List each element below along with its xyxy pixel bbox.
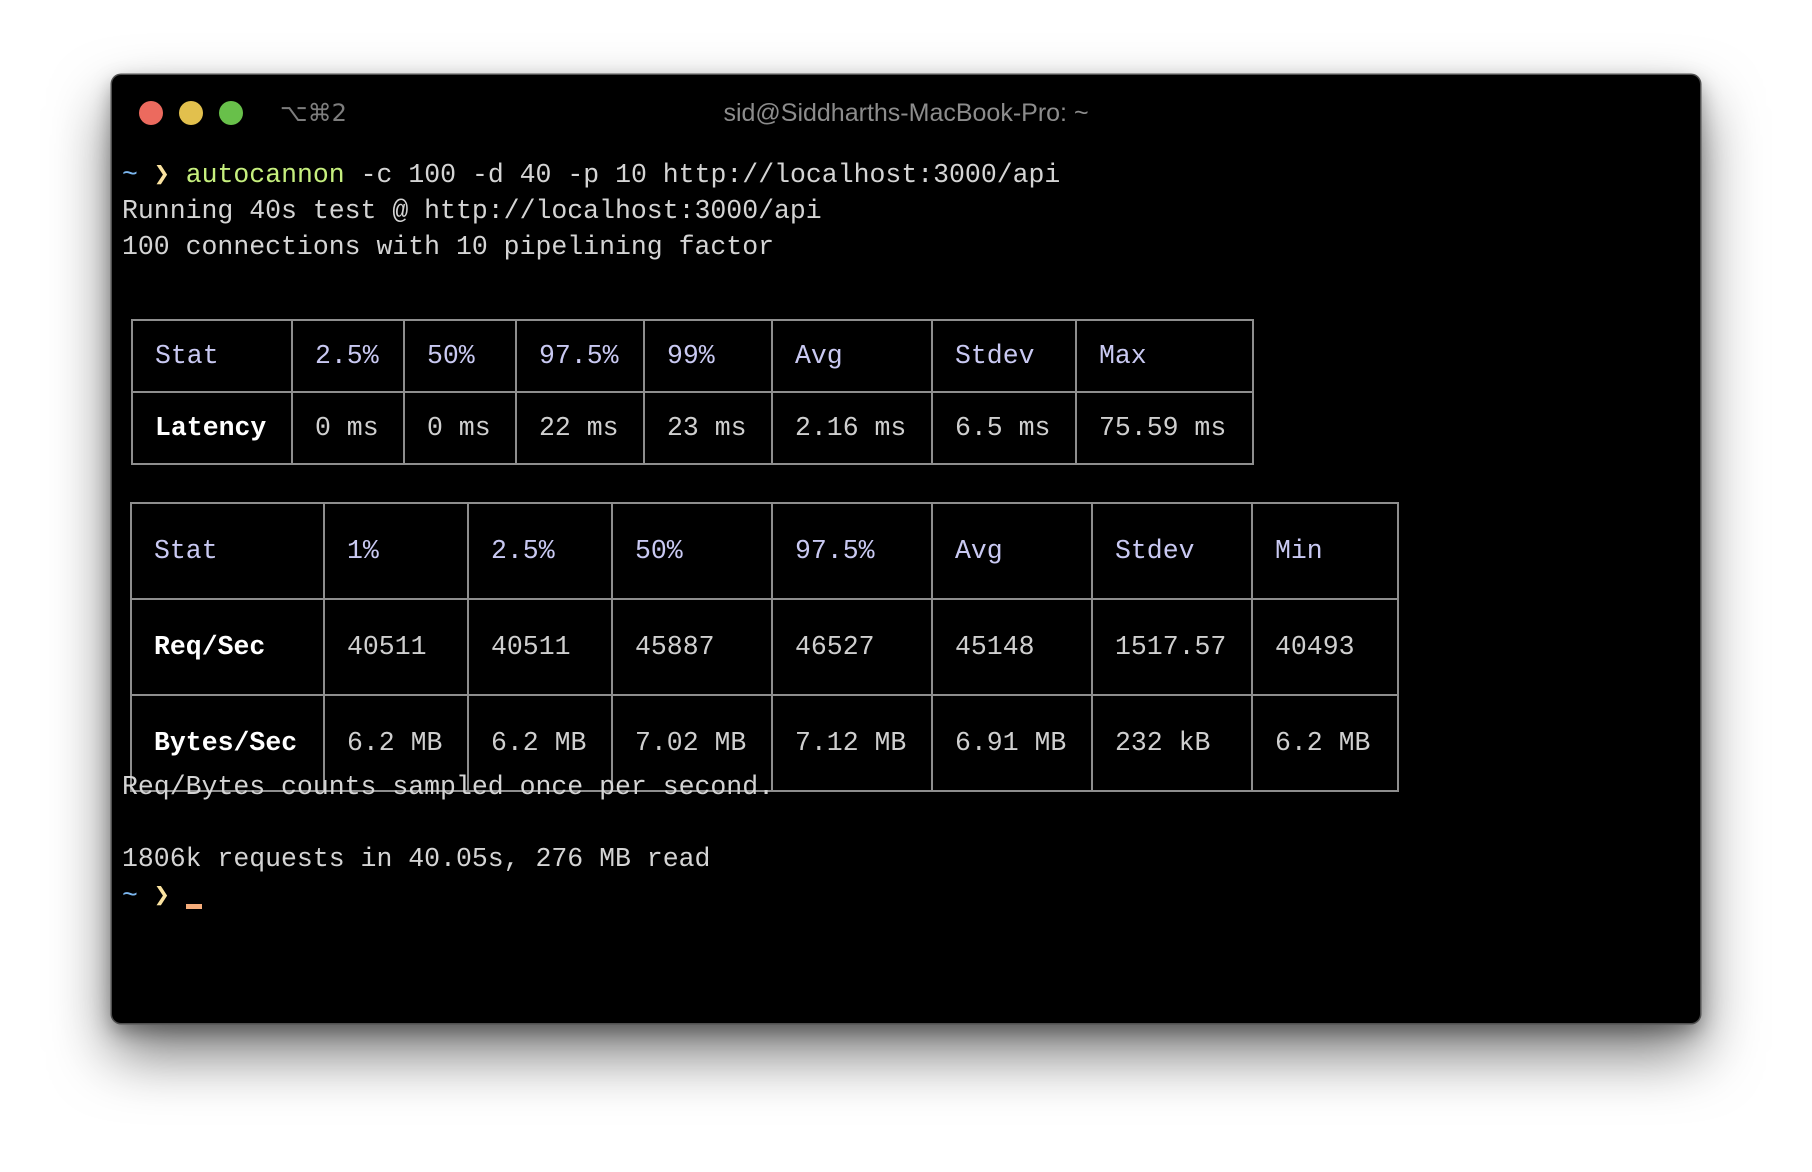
table-cell: 0 ms [403, 391, 517, 465]
prompt-chevron-icon: ❯ [153, 160, 170, 190]
header-cell: Stat [131, 319, 293, 393]
table-cell: 6.91 MB [931, 694, 1093, 792]
table-cell: 45887 [611, 598, 773, 696]
terminal-window: ⌥⌘2 sid@Siddharths-MacBook-Pro: ~ ~ ❯ au… [112, 75, 1700, 1023]
command-args: -c 100 -d 40 -p 10 http://localhost:3000… [360, 160, 1061, 190]
header-cell: Stdev [931, 319, 1077, 393]
header-cell: Stat [130, 502, 325, 600]
text-cursor [185, 904, 202, 909]
table-header-row: Stat 2.5% 50% 97.5% 99% Avg Stdev Max [131, 319, 1254, 393]
table-cell: 1517.57 [1091, 598, 1253, 696]
table-cell: 40493 [1251, 598, 1399, 696]
table-cell: 2.16 ms [771, 391, 933, 465]
table-cell: 22 ms [515, 391, 645, 465]
table-cell: 46527 [771, 598, 933, 696]
summary-line: 1806k requests in 40.05s, 276 MB read [122, 844, 711, 874]
table-row: Latency 0 ms 0 ms 22 ms 23 ms 2.16 ms 6.… [131, 391, 1254, 465]
latency-table: Stat 2.5% 50% 97.5% 99% Avg Stdev Max La… [131, 319, 1254, 465]
header-cell: 2.5% [291, 319, 405, 393]
row-label: Req/Sec [130, 598, 325, 696]
prompt-line[interactable]: ~ ❯ [122, 878, 202, 914]
output-line: Running 40s test @ http://localhost:3000… [122, 196, 822, 226]
output-line: 100 connections with 10 pipelining facto… [122, 232, 775, 262]
table-cell: 75.59 ms [1075, 391, 1254, 465]
header-cell: 97.5% [515, 319, 645, 393]
prompt-chevron-icon: ❯ [153, 881, 170, 911]
prompt-tilde: ~ [122, 881, 138, 911]
header-cell: 50% [611, 502, 773, 600]
prompt-tilde: ~ [122, 160, 138, 190]
table-header-row: Stat 1% 2.5% 50% 97.5% Avg Stdev Min [130, 502, 1399, 600]
terminal-content[interactable]: ~ ❯ autocannon -c 100 -d 40 -p 10 http:/… [122, 75, 1700, 1023]
header-cell: 1% [323, 502, 469, 600]
table-cell: 40511 [323, 598, 469, 696]
header-cell: Stdev [1091, 502, 1253, 600]
command-program: autocannon [185, 160, 345, 190]
table-cell: 45148 [931, 598, 1093, 696]
header-cell: Avg [931, 502, 1093, 600]
sampling-note: Req/Bytes counts sampled once per second… [122, 772, 775, 802]
throughput-table: Stat 1% 2.5% 50% 97.5% Avg Stdev Min Req… [130, 502, 1399, 792]
header-cell: Max [1075, 319, 1254, 393]
row-label: Latency [131, 391, 293, 465]
header-cell: 2.5% [467, 502, 613, 600]
header-cell: 50% [403, 319, 517, 393]
table-cell: 232 kB [1091, 694, 1253, 792]
table-row: Req/Sec 40511 40511 45887 46527 45148 15… [130, 598, 1399, 696]
header-cell: Avg [771, 319, 933, 393]
header-cell: 97.5% [771, 502, 933, 600]
table-cell: 6.2 MB [1251, 694, 1399, 792]
table-cell: 40511 [467, 598, 613, 696]
header-cell: 99% [643, 319, 773, 393]
table-cell: 23 ms [643, 391, 773, 465]
command-line: ~ ❯ autocannon -c 100 -d 40 -p 10 http:/… [122, 157, 1060, 193]
table-cell: 6.5 ms [931, 391, 1077, 465]
table-cell: 7.12 MB [771, 694, 933, 792]
table-cell: 0 ms [291, 391, 405, 465]
header-cell: Min [1251, 502, 1399, 600]
